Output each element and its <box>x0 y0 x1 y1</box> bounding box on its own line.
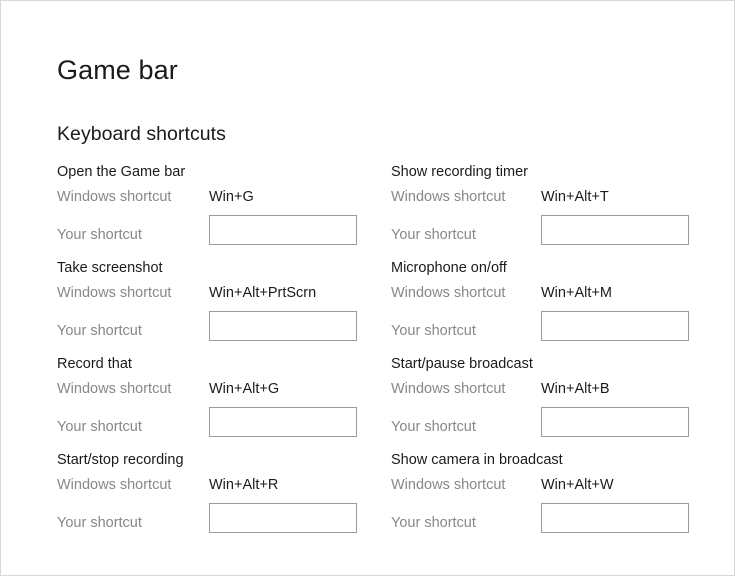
your-shortcut-label: Your shortcut <box>57 227 142 243</box>
windows-shortcut-label: Windows shortcut <box>391 381 506 397</box>
shortcuts-column-right: Show recording timer Windows shortcut Wi… <box>391 163 731 547</box>
windows-shortcut-label: Windows shortcut <box>57 477 172 493</box>
your-shortcut-input[interactable] <box>541 215 689 245</box>
shortcut-title: Show recording timer <box>391 164 528 180</box>
page-title: Game bar <box>57 55 178 85</box>
your-shortcut-label: Your shortcut <box>57 419 142 435</box>
your-shortcut-input[interactable] <box>541 311 689 341</box>
windows-shortcut-value: Win+Alt+W <box>541 477 614 493</box>
shortcut-block-show-recording-timer: Show recording timer Windows shortcut Wi… <box>391 163 731 259</box>
windows-shortcut-label: Windows shortcut <box>391 189 506 205</box>
windows-shortcut-label: Windows shortcut <box>391 477 506 493</box>
your-shortcut-label: Your shortcut <box>57 323 142 339</box>
shortcut-block-start-stop-recording: Start/stop recording Windows shortcut Wi… <box>57 451 397 547</box>
windows-shortcut-label: Windows shortcut <box>57 285 172 301</box>
your-shortcut-input[interactable] <box>541 503 689 533</box>
your-shortcut-row: Your shortcut <box>57 311 397 347</box>
your-shortcut-input[interactable] <box>541 407 689 437</box>
your-shortcut-row: Your shortcut <box>391 215 731 251</box>
windows-shortcut-value: Win+Alt+T <box>541 189 609 205</box>
your-shortcut-input[interactable] <box>209 503 357 533</box>
your-shortcut-row: Your shortcut <box>391 407 731 443</box>
your-shortcut-label: Your shortcut <box>57 515 142 531</box>
shortcut-block-open-the-game-bar: Open the Game bar Windows shortcut Win+G… <box>57 163 397 259</box>
your-shortcut-row: Your shortcut <box>57 407 397 443</box>
shortcut-block-microphone-on-off: Microphone on/off Windows shortcut Win+A… <box>391 259 731 355</box>
windows-shortcut-row: Windows shortcut Win+Alt+T <box>391 187 731 211</box>
section-heading-keyboard-shortcuts: Keyboard shortcuts <box>57 123 226 145</box>
windows-shortcut-label: Windows shortcut <box>57 381 172 397</box>
your-shortcut-label: Your shortcut <box>391 515 476 531</box>
your-shortcut-input[interactable] <box>209 311 357 341</box>
shortcuts-column-left: Open the Game bar Windows shortcut Win+G… <box>57 163 397 547</box>
your-shortcut-input[interactable] <box>209 215 357 245</box>
your-shortcut-row: Your shortcut <box>391 503 731 539</box>
windows-shortcut-row: Windows shortcut Win+Alt+M <box>391 283 731 307</box>
your-shortcut-label: Your shortcut <box>391 419 476 435</box>
windows-shortcut-row: Windows shortcut Win+G <box>57 187 397 211</box>
game-bar-settings-page: Game bar Keyboard shortcuts Open the Gam… <box>0 0 735 576</box>
windows-shortcut-label: Windows shortcut <box>57 189 172 205</box>
shortcut-title: Start/pause broadcast <box>391 356 533 372</box>
windows-shortcut-value: Win+Alt+PrtScrn <box>209 285 317 301</box>
shortcut-block-show-camera-in-broadcast: Show camera in broadcast Windows shortcu… <box>391 451 731 547</box>
windows-shortcut-value: Win+Alt+B <box>541 381 610 397</box>
windows-shortcut-value: Win+Alt+M <box>541 285 612 301</box>
shortcut-title: Open the Game bar <box>57 164 186 180</box>
your-shortcut-label: Your shortcut <box>391 323 476 339</box>
shortcut-block-start-pause-broadcast: Start/pause broadcast Windows shortcut W… <box>391 355 731 451</box>
shortcut-block-record-that: Record that Windows shortcut Win+Alt+G Y… <box>57 355 397 451</box>
your-shortcut-input[interactable] <box>209 407 357 437</box>
your-shortcut-row: Your shortcut <box>57 215 397 251</box>
your-shortcut-label: Your shortcut <box>391 227 476 243</box>
windows-shortcut-value: Win+Alt+R <box>209 477 279 493</box>
shortcut-title: Take screenshot <box>57 260 163 276</box>
shortcut-block-take-screenshot: Take screenshot Windows shortcut Win+Alt… <box>57 259 397 355</box>
shortcut-title: Show camera in broadcast <box>391 452 563 468</box>
your-shortcut-row: Your shortcut <box>57 503 397 539</box>
shortcut-title: Start/stop recording <box>57 452 184 468</box>
shortcut-title: Record that <box>57 356 132 372</box>
windows-shortcut-row: Windows shortcut Win+Alt+G <box>57 379 397 403</box>
windows-shortcut-row: Windows shortcut Win+Alt+R <box>57 475 397 499</box>
windows-shortcut-label: Windows shortcut <box>391 285 506 301</box>
windows-shortcut-row: Windows shortcut Win+Alt+B <box>391 379 731 403</box>
windows-shortcut-row: Windows shortcut Win+Alt+PrtScrn <box>57 283 397 307</box>
windows-shortcut-row: Windows shortcut Win+Alt+W <box>391 475 731 499</box>
shortcut-title: Microphone on/off <box>391 260 507 276</box>
your-shortcut-row: Your shortcut <box>391 311 731 347</box>
windows-shortcut-value: Win+G <box>209 189 254 205</box>
windows-shortcut-value: Win+Alt+G <box>209 381 280 397</box>
